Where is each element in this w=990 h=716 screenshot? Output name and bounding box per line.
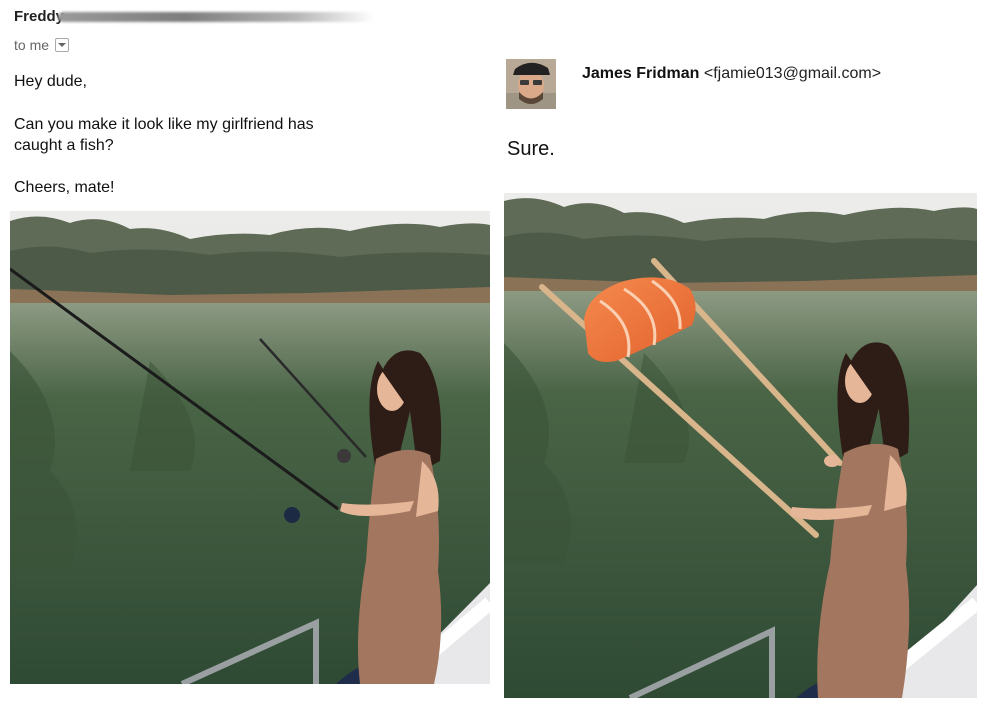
reply-sender-line: James Fridman <fjamie013@gmail.com>	[582, 65, 881, 83]
closing: Cheers, mate!	[14, 179, 115, 196]
sender-name[interactable]: Freddy	[14, 8, 64, 25]
request-line-2: caught a fish?	[14, 137, 114, 154]
reply-sender-name[interactable]: James Fridman	[582, 65, 699, 82]
reply-text: Sure.	[507, 138, 555, 160]
reply-sender-email[interactable]: <fjamie013@gmail.com>	[704, 65, 881, 82]
recipient-label: to me	[14, 37, 50, 53]
blurred-surname	[58, 12, 374, 22]
chevron-down-icon[interactable]	[55, 38, 70, 52]
request-line-1: Can you make it look like my girlfriend …	[14, 116, 314, 133]
original-photo	[10, 211, 490, 684]
recipient-row[interactable]: to me	[14, 37, 70, 53]
avatar[interactable]	[506, 59, 556, 109]
edited-photo	[504, 193, 977, 698]
avatar-image	[506, 59, 556, 109]
greeting: Hey dude,	[14, 73, 87, 90]
